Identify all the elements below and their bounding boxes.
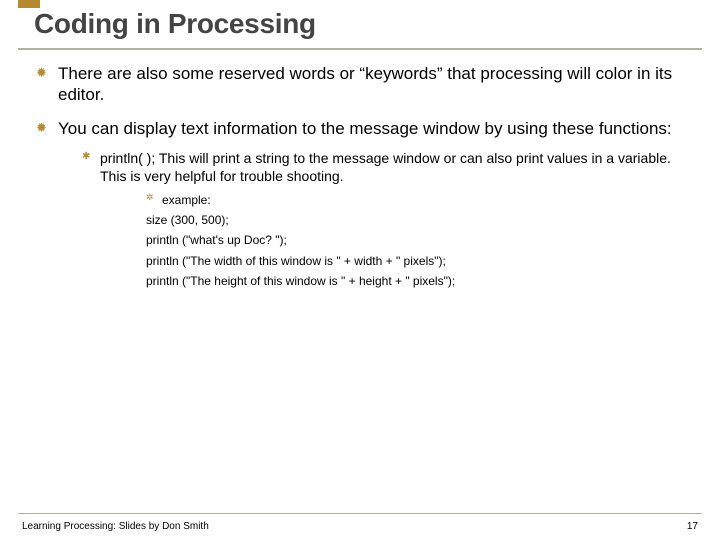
code-text: size (300, 500);: [146, 212, 690, 228]
code-line: size (300, 500);: [100, 212, 690, 228]
code-text: println ("what's up Doc? ");: [146, 232, 690, 248]
code-line: println ("what's up Doc? ");: [100, 232, 690, 248]
header-rule: [18, 48, 702, 50]
bullet-text: You can display text information to the …: [58, 119, 690, 140]
code-line: println ("The height of this window is "…: [100, 273, 690, 289]
code-text: println ("The width of this window is " …: [146, 253, 690, 269]
bullet-text: There are also some reserved words or “k…: [58, 64, 690, 105]
accent-strip: [18, 0, 702, 8]
bullet-item: You can display text information to the …: [36, 119, 690, 288]
bullet-list-l3: example: size (300, 500); println ("what…: [100, 192, 690, 289]
footer-rule: [18, 513, 702, 514]
bullet-item: There are also some reserved words or “k…: [36, 64, 690, 105]
code-text: println ("The height of this window is "…: [146, 273, 690, 289]
page-number: 17: [687, 521, 698, 532]
footer-text: Learning Processing: Slides by Don Smith: [22, 521, 209, 532]
code-line: println ("The width of this window is " …: [100, 253, 690, 269]
bullet-text: example:: [162, 192, 690, 208]
slide-body: There are also some reserved words or “k…: [36, 64, 690, 303]
slide-title: Coding in Processing: [34, 8, 316, 40]
bullet-list-l2: println( ); This will print a string to …: [58, 150, 690, 289]
bullet-item: println( ); This will print a string to …: [58, 150, 690, 289]
bullet-text: println( ); This will print a string to …: [100, 150, 690, 186]
slide: Coding in Processing There are also some…: [0, 0, 720, 540]
bullet-item: example:: [100, 192, 690, 208]
bullet-list: There are also some reserved words or “k…: [36, 64, 690, 289]
